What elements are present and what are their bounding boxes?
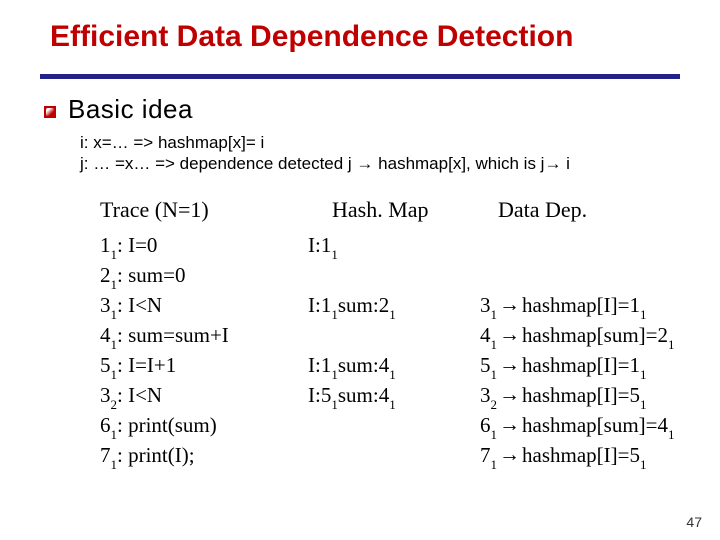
trace-row: 61: print(sum) xyxy=(100,410,290,440)
idea-line-2: j: … =x… => dependence detected j → hash… xyxy=(80,153,570,174)
trace-column: Trace (N=1) 11: I=021: sum=031: I<N41: s… xyxy=(100,194,290,470)
hashmap-row xyxy=(308,260,488,290)
arrow-icon: → xyxy=(497,290,522,320)
datadep-row: 51 →hashmap[I]=11 xyxy=(480,350,710,380)
hashmap-row: I: 51 sum: 41 xyxy=(308,380,488,410)
hashmap-title: Hash. Map xyxy=(332,194,488,226)
slide: Efficient Data Dependence Detection Basi… xyxy=(0,0,720,540)
trace-row: 71: print(I); xyxy=(100,440,290,470)
trace-row: 51: I=I+1 xyxy=(100,350,290,380)
idea-line-1: i: x=… => hashmap[x]= i xyxy=(80,132,570,153)
hashmap-row xyxy=(308,320,488,350)
trace-row: 21: sum=0 xyxy=(100,260,290,290)
bullet-icon xyxy=(44,106,56,118)
arrow-icon: → xyxy=(497,380,522,410)
datadep-row: 71 →hashmap[I]=51 xyxy=(480,440,710,470)
hashmap-row: I: 11 sum: 21 xyxy=(308,290,488,320)
basic-idea-label: Basic idea xyxy=(68,94,193,125)
page-number: 47 xyxy=(686,514,702,530)
title-underline xyxy=(40,74,680,79)
arrow-icon: → xyxy=(497,320,522,350)
datadep-row: 32 →hashmap[I]=51 xyxy=(480,380,710,410)
idea-lines: i: x=… => hashmap[x]= i j: … =x… => depe… xyxy=(80,132,570,175)
arrow-icon: → xyxy=(497,440,522,470)
datadep-row: 31 →hashmap[I]=11 xyxy=(480,290,710,320)
arrow-icon: → xyxy=(497,410,522,440)
trace-row: 32: I<N xyxy=(100,380,290,410)
datadep-row: 41 →hashmap[sum]=21 xyxy=(480,320,710,350)
trace-row: 31: I<N xyxy=(100,290,290,320)
hashmap-row: I: 11 xyxy=(308,230,488,260)
datadep-row: 61 →hashmap[sum]=41 xyxy=(480,410,710,440)
arrow-icon: → xyxy=(497,350,522,380)
trace-row: 41: sum=sum+I xyxy=(100,320,290,350)
slide-title: Efficient Data Dependence Detection xyxy=(50,20,680,54)
trace-title: Trace (N=1) xyxy=(100,194,290,226)
hashmap-column: Hash. Map I: 11 I: 11 sum: 21 I: 11 sum: 4… xyxy=(308,194,488,410)
datadep-column: Data Dep. 31 →hashmap[I]=1141 →hashmap[s… xyxy=(480,194,710,470)
trace-row: 11: I=0 xyxy=(100,230,290,260)
datadep-title: Data Dep. xyxy=(498,194,710,226)
columns: Trace (N=1) 11: I=021: sum=031: I<N41: s… xyxy=(60,194,690,500)
basic-idea-row: Basic idea xyxy=(44,94,193,125)
hashmap-row: I: 11 sum: 41 xyxy=(308,350,488,380)
